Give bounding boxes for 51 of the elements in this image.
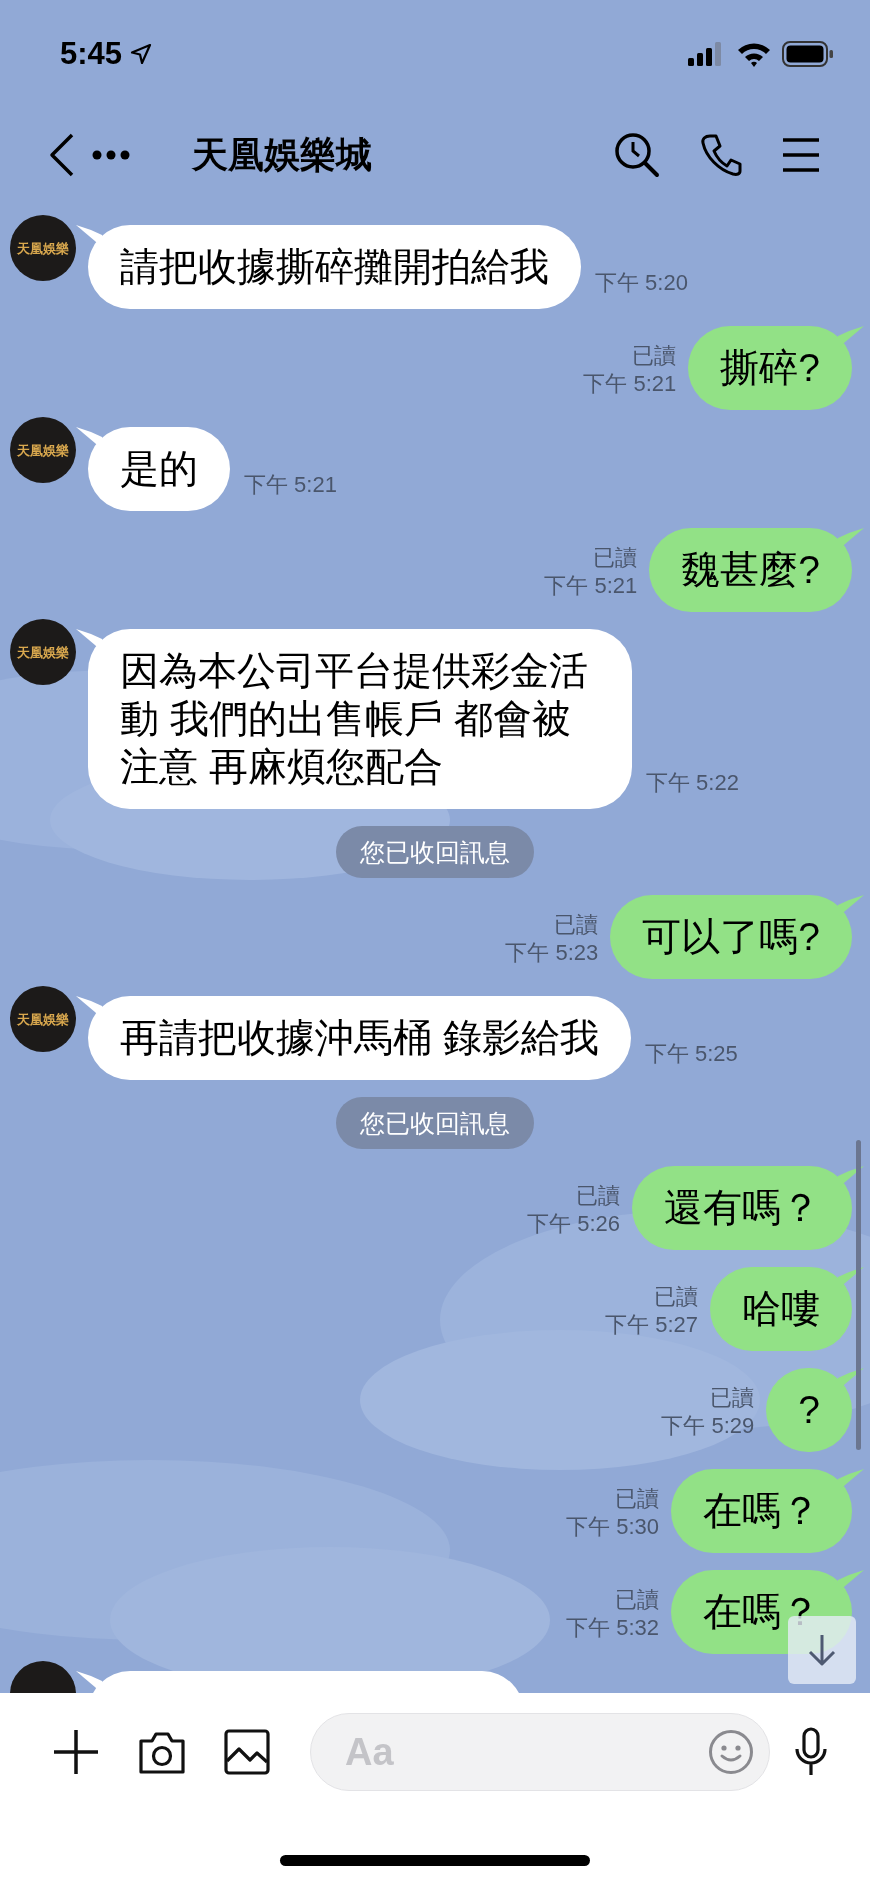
back-icon[interactable]: [48, 133, 76, 177]
read-receipt: 已讀: [710, 1384, 755, 1412]
message-time: 下午 5:26: [527, 1210, 620, 1238]
message-time: 下午 5:29: [661, 1412, 755, 1440]
read-receipt: 已讀: [554, 911, 599, 939]
microphone-icon[interactable]: [794, 1727, 828, 1777]
camera-icon[interactable]: [138, 1729, 186, 1775]
read-receipt: 已讀: [632, 342, 677, 370]
message-time: 下午 5:21: [544, 572, 638, 600]
message-bubble: 還有嗎？: [632, 1166, 852, 1250]
message-time: 下午 5:21: [244, 471, 337, 499]
add-icon[interactable]: [52, 1728, 100, 1776]
down-arrow-icon: [807, 1633, 837, 1667]
message-time: 下午 5:32: [566, 1614, 659, 1642]
message-time: 下午 5:20: [595, 269, 688, 297]
message-bubble: 魏甚麼?: [649, 528, 852, 612]
emoji-icon[interactable]: [708, 1729, 754, 1775]
avatar: 天凰娛樂: [10, 215, 76, 281]
avatar: 天凰娛樂: [10, 986, 76, 1052]
read-receipt: 已讀: [654, 1283, 698, 1311]
message-time: 下午 5:25: [644, 1040, 738, 1068]
battery-icon: [782, 41, 834, 67]
message-bubble: 是的: [88, 427, 230, 511]
message-time: 下午 5:21: [583, 370, 677, 398]
phone-icon[interactable]: [700, 133, 742, 177]
message-time: 下午 5:23: [505, 939, 599, 967]
avatar: 天凰娛樂: [10, 619, 76, 685]
message-bubble: 可以了嗎?: [610, 895, 852, 979]
message-time: 下午 5:22: [646, 769, 739, 797]
location-arrow-icon: [130, 43, 153, 65]
message-bubble: 因為本公司平台提供彩金活動 我們的出售帳戶 都會被注意 再麻煩您配合: [88, 629, 632, 809]
read-receipt: 已讀: [615, 1485, 659, 1513]
more-icon[interactable]: [92, 150, 130, 160]
message-time: 下午 5:27: [605, 1311, 698, 1339]
search-icon[interactable]: [614, 132, 660, 178]
message-bubble: 撕碎?: [688, 326, 852, 410]
message-bubble: 在嗎？: [671, 1469, 852, 1553]
read-receipt: 已讀: [593, 544, 638, 572]
wifi-icon: [736, 41, 772, 67]
avatar: 天凰娛樂: [10, 417, 76, 483]
read-receipt: 已讀: [615, 1586, 659, 1614]
message-time: 下午 5:30: [566, 1513, 659, 1541]
system-notice: 您已收回訊息: [336, 1097, 534, 1149]
read-receipt: 已讀: [576, 1182, 620, 1210]
system-notice: 您已收回訊息: [336, 826, 534, 878]
message-bubble: 再請把收據沖馬桶 錄影給我: [88, 996, 631, 1080]
chat-title: 天凰娛樂城: [192, 133, 372, 177]
image-icon[interactable]: [224, 1729, 270, 1775]
menu-icon[interactable]: [782, 137, 820, 173]
message-bubble: 請把收據撕碎攤開拍給我: [88, 225, 581, 309]
status-time: 5:45: [60, 34, 123, 73]
